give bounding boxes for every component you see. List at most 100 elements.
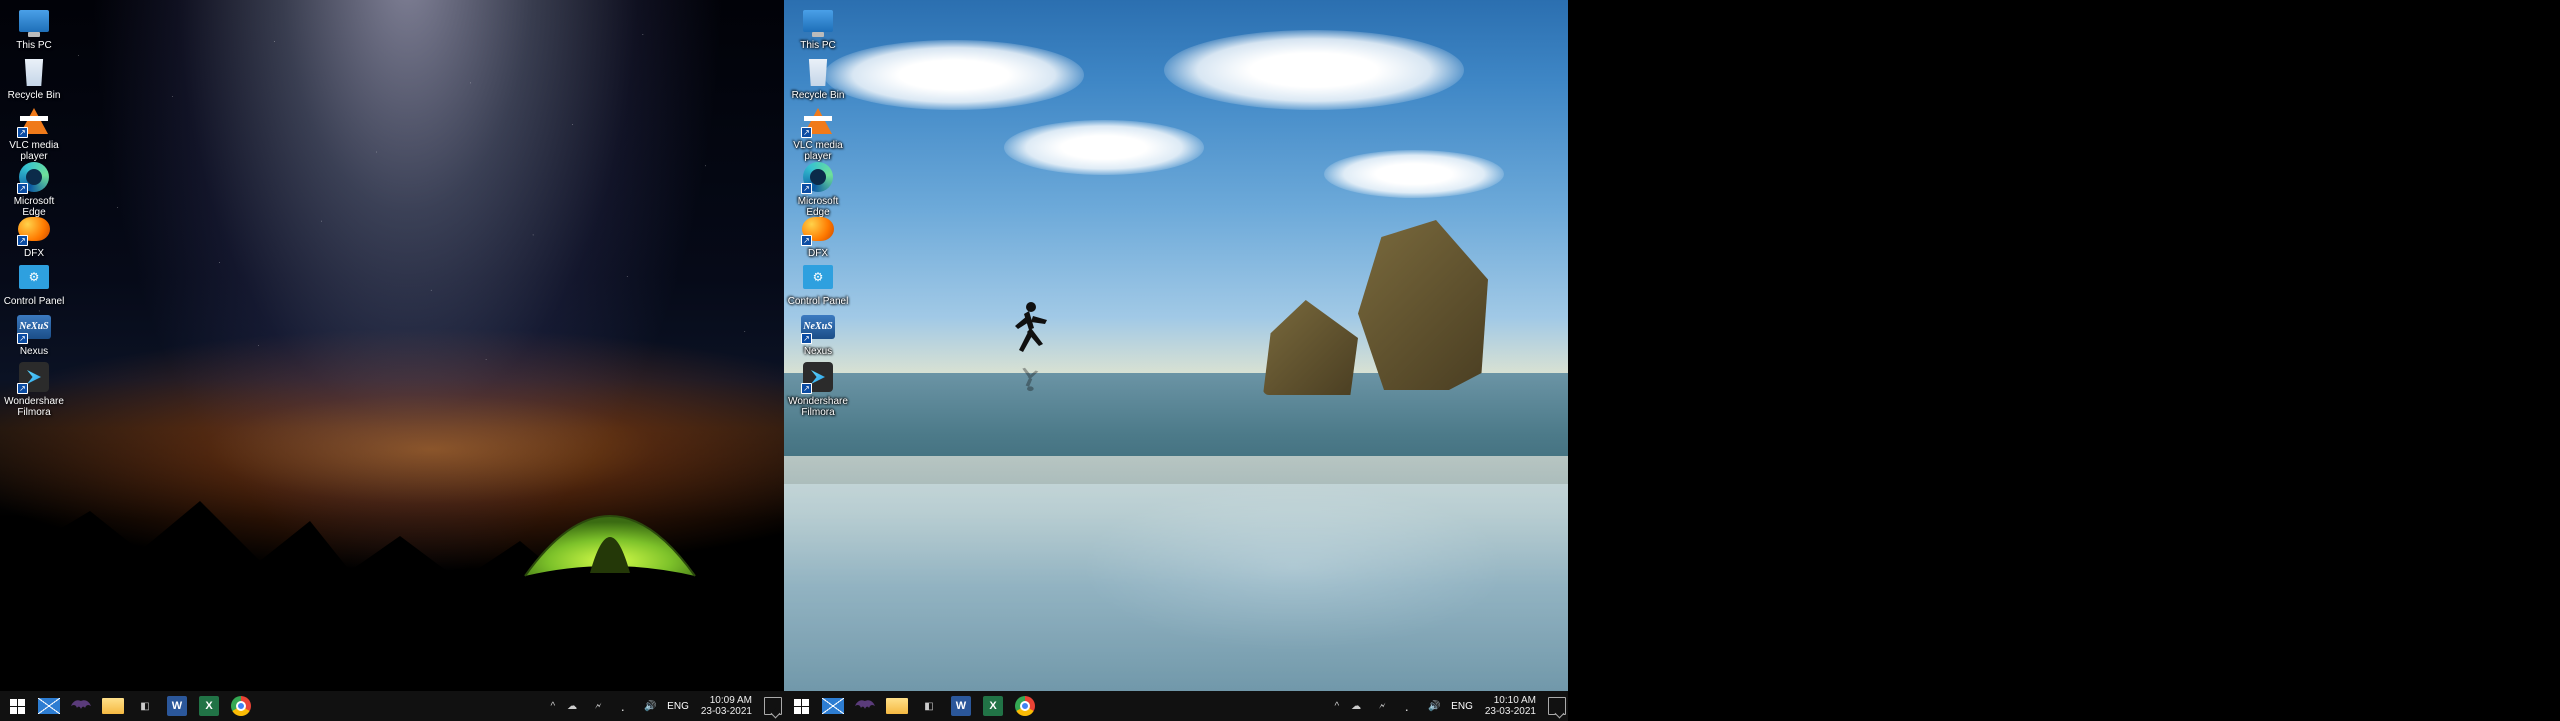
cloud <box>824 40 1084 110</box>
cloud <box>1324 150 1504 198</box>
shortcut-arrow-icon <box>801 127 812 138</box>
taskbar-right: ◧ W X ^ ☁ 🗲 ⡀ 🔊 ENG 10:10 AM 23-03-2021 <box>784 691 1568 721</box>
tray-overflow-chevron-icon[interactable]: ^ <box>550 701 555 712</box>
clock-time: 10:10 AM <box>1494 695 1536 706</box>
desktop-icon-vlc[interactable]: VLC media player <box>2 104 66 162</box>
desktop-icon-control-panel[interactable]: ⚙ Control Panel <box>2 260 66 307</box>
control-panel-icon: ⚙ <box>19 265 49 289</box>
taskbar-misc-app[interactable]: ◧ <box>914 691 944 721</box>
reflection <box>784 484 1568 691</box>
taskbar-pinned: ◧ W X <box>0 691 256 721</box>
icon-label: Nexus <box>2 346 66 357</box>
shortcut-arrow-icon <box>801 183 812 194</box>
control-panel-icon: ⚙ <box>803 265 833 289</box>
wallpaper-beach <box>784 0 1568 691</box>
desktop-icon-edge[interactable]: Microsoft Edge <box>786 160 850 218</box>
excel-icon: X <box>199 696 219 716</box>
icon-label: Wondershare Filmora <box>2 396 66 418</box>
desktop-icon-nexus[interactable]: NeXuSNexus <box>786 310 850 357</box>
taskbar-bat[interactable] <box>66 691 96 721</box>
taskbar-mail[interactable] <box>818 691 848 721</box>
tray-overflow-chevron-icon[interactable]: ^ <box>1334 701 1339 712</box>
icon-label: Control Panel <box>786 296 850 307</box>
taskbar-mail[interactable] <box>34 691 64 721</box>
cloud <box>1004 120 1204 175</box>
taskbar-word[interactable]: W <box>946 691 976 721</box>
system-tray: ^ ☁ 🗲 ⡀ 🔊 ENG 10:09 AM 23-03-2021 <box>550 695 784 717</box>
taskbar-clock[interactable]: 10:09 AM 23-03-2021 <box>697 695 756 717</box>
windows-logo-icon <box>10 699 25 714</box>
letterbox <box>1568 0 2560 721</box>
icon-label: DFX <box>786 248 850 259</box>
app-icon: ◧ <box>136 697 154 715</box>
desktop-icon-this-pc[interactable]: This PC <box>2 4 66 51</box>
desktop-icon-recycle-bin[interactable]: Recycle Bin <box>2 54 66 101</box>
desktop-icon-recycle-bin[interactable]: Recycle Bin <box>786 54 850 101</box>
icon-label: Control Panel <box>2 296 66 307</box>
start-button[interactable] <box>786 691 816 721</box>
icon-label: Nexus <box>786 346 850 357</box>
system-tray: ^ ☁ 🗲 ⡀ 🔊 ENG 10:10 AM 23-03-2021 <box>1334 695 1568 717</box>
clock-date: 23-03-2021 <box>1485 706 1536 717</box>
desktop-right[interactable]: This PC Recycle Bin VLC media player Mic… <box>784 0 1568 691</box>
language-indicator[interactable]: ENG <box>667 701 689 712</box>
taskbar-bat[interactable] <box>850 691 880 721</box>
desktop-icon-this-pc[interactable]: This PC <box>786 4 850 51</box>
language-indicator[interactable]: ENG <box>1451 701 1473 712</box>
desktop-icon-edge[interactable]: Microsoft Edge <box>2 160 66 218</box>
taskbar-excel[interactable]: X <box>978 691 1008 721</box>
desktop-left[interactable]: This PC Recycle Bin VLC media player Mic… <box>0 0 784 691</box>
mail-icon <box>38 698 60 714</box>
wifi-tray-icon[interactable]: ⡀ <box>1399 697 1417 715</box>
sound-tray-icon[interactable]: 🔊 <box>1425 697 1443 715</box>
mail-icon <box>822 698 844 714</box>
taskbar-chrome[interactable] <box>226 691 256 721</box>
cloud <box>1164 30 1464 110</box>
word-icon: W <box>951 696 971 716</box>
taskbar-excel[interactable]: X <box>194 691 224 721</box>
icon-label: VLC media player <box>2 140 66 162</box>
app-icon: ◧ <box>920 697 938 715</box>
start-button[interactable] <box>2 691 32 721</box>
excel-icon: X <box>983 696 1003 716</box>
sound-tray-icon[interactable]: 🔊 <box>641 697 659 715</box>
onedrive-tray-icon[interactable]: ☁ <box>563 697 581 715</box>
wifi-tray-icon[interactable]: ⡀ <box>615 697 633 715</box>
bat-icon <box>71 696 91 716</box>
this-pc-icon <box>803 10 833 32</box>
taskbar-left: ◧ W X ^ ☁ 🗲 ⡀ 🔊 ENG 10:09 AM 23-03-2021 <box>0 691 784 721</box>
shortcut-arrow-icon <box>17 235 28 246</box>
desktop-icon-control-panel[interactable]: ⚙ Control Panel <box>786 260 850 307</box>
taskbar-word[interactable]: W <box>162 691 192 721</box>
shortcut-arrow-icon <box>801 333 812 344</box>
battery-tray-icon[interactable]: 🗲 <box>589 697 607 715</box>
onedrive-tray-icon[interactable]: ☁ <box>1347 697 1365 715</box>
desktop-icon-dfx[interactable]: DFX <box>2 212 66 259</box>
desktop-icon-filmora[interactable]: Wondershare Filmora <box>786 360 850 418</box>
taskbar-misc-app[interactable]: ◧ <box>130 691 160 721</box>
wallpaper-night <box>0 0 784 691</box>
desktop-icon-dfx[interactable]: DFX <box>786 212 850 259</box>
running-person-reflection <box>1009 364 1049 392</box>
recycle-bin-icon <box>805 56 831 86</box>
taskbar-file-explorer[interactable] <box>98 691 128 721</box>
desktop-icon-nexus[interactable]: NeXuSNexus <box>2 310 66 357</box>
rock-small <box>1263 300 1358 395</box>
action-center-icon[interactable] <box>1548 697 1566 715</box>
icon-label: Wondershare Filmora <box>786 396 850 418</box>
taskbar-pinned: ◧ W X <box>784 691 1040 721</box>
clock-time: 10:09 AM <box>710 695 752 706</box>
shortcut-arrow-icon <box>17 383 28 394</box>
tent-graphic <box>520 481 700 581</box>
action-center-icon[interactable] <box>764 697 782 715</box>
desktop-icon-vlc[interactable]: VLC media player <box>786 104 850 162</box>
bat-icon <box>855 696 875 716</box>
taskbar-chrome[interactable] <box>1010 691 1040 721</box>
taskbar-clock[interactable]: 10:10 AM 23-03-2021 <box>1481 695 1540 717</box>
battery-tray-icon[interactable]: 🗲 <box>1373 697 1391 715</box>
taskbar-file-explorer[interactable] <box>882 691 912 721</box>
icon-label: This PC <box>2 40 66 51</box>
chrome-icon <box>231 696 251 716</box>
desktop-icon-filmora[interactable]: Wondershare Filmora <box>2 360 66 418</box>
shortcut-arrow-icon <box>17 127 28 138</box>
